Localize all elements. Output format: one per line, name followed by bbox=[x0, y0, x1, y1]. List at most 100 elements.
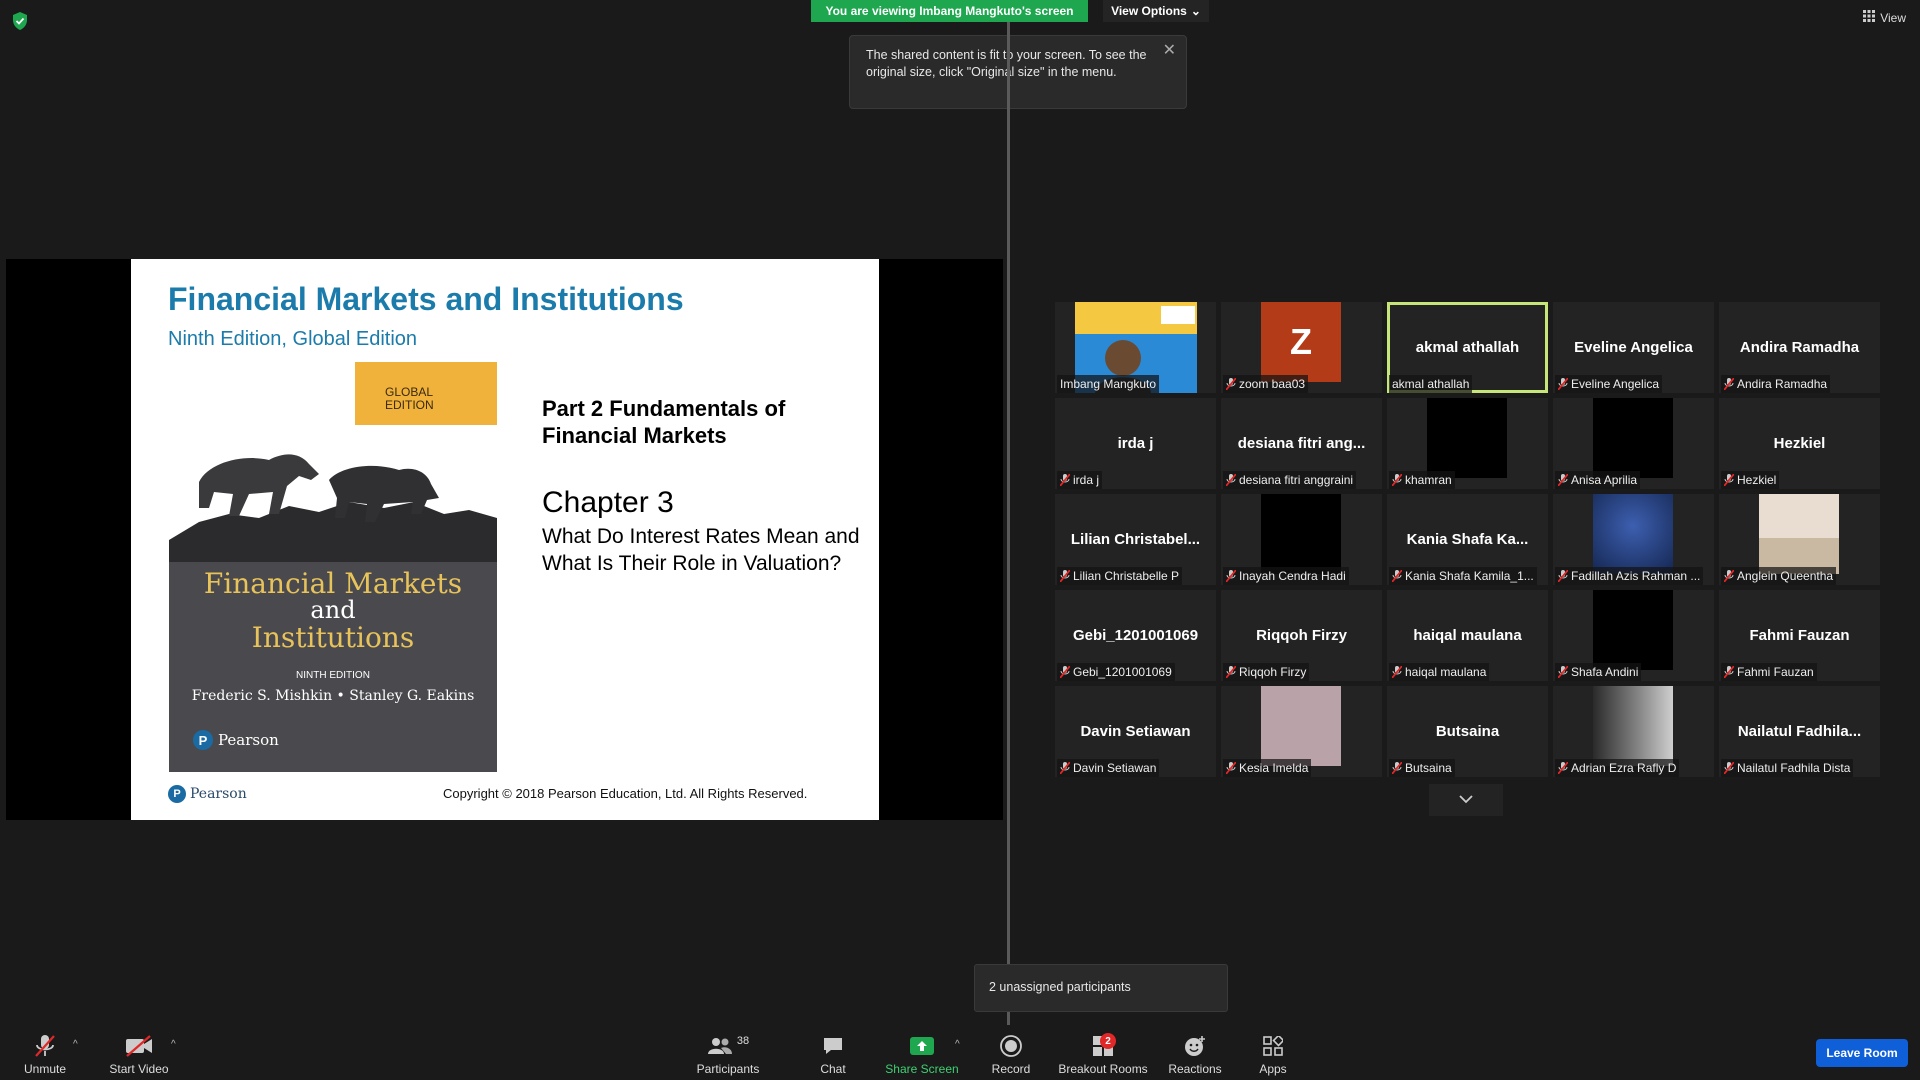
participant-tile[interactable]: Fahmi Fauzan Fahmi Fauzan bbox=[1719, 590, 1880, 681]
participant-tile[interactable]: haiqal maulana haiqal maulana bbox=[1387, 590, 1548, 681]
participant-label-text: Adrian Ezra Rafly D bbox=[1571, 761, 1677, 775]
participant-video bbox=[1261, 686, 1341, 766]
participant-label-text: Andira Ramadha bbox=[1737, 377, 1828, 391]
muted-mic-icon bbox=[1060, 570, 1070, 582]
participant-label-text: Gebi_1201001069 bbox=[1073, 665, 1172, 679]
meeting-toolbar: Unmute ^ Start Video ^ 38 Participants C… bbox=[0, 1025, 1920, 1080]
participant-tile[interactable]: Anglein Queentha bbox=[1719, 494, 1880, 585]
participant-label: Anglein Queentha bbox=[1721, 567, 1837, 585]
muted-mic-icon bbox=[1392, 570, 1402, 582]
pearson-logo-icon: P bbox=[168, 785, 186, 803]
share-options-caret-icon[interactable]: ^ bbox=[955, 1039, 960, 1050]
participant-tile[interactable]: khamran bbox=[1387, 398, 1548, 489]
participant-tile[interactable]: Riqqoh Firzy Riqqoh Firzy bbox=[1221, 590, 1382, 681]
share-screen-icon bbox=[910, 1033, 934, 1059]
participant-tile[interactable]: Kania Shafa Ka... Kania Shafa Kamila_1... bbox=[1387, 494, 1548, 585]
participant-video bbox=[1593, 398, 1673, 478]
participants-button[interactable]: 38 Participants bbox=[690, 1025, 766, 1080]
participant-tile[interactable]: Lilian Christabel... Lilian Christabelle … bbox=[1055, 494, 1216, 585]
share-screen-button[interactable]: Share Screen bbox=[882, 1025, 962, 1080]
participant-tile[interactable]: Adrian Ezra Rafly D bbox=[1553, 686, 1714, 777]
participant-tile[interactable]: Kesia Imelda bbox=[1221, 686, 1382, 777]
next-page-button[interactable] bbox=[1429, 784, 1503, 816]
muted-mic-icon bbox=[1558, 378, 1568, 390]
participant-tile[interactable]: Shafa Andini bbox=[1553, 590, 1714, 681]
security-shield-icon[interactable] bbox=[12, 12, 28, 30]
chevron-down-icon bbox=[1458, 791, 1474, 809]
view-layout-button[interactable]: View bbox=[1863, 10, 1906, 25]
share-screen-label: Share Screen bbox=[885, 1062, 959, 1076]
unassigned-participants-popup: 2 unassigned participants bbox=[974, 964, 1228, 1012]
participant-label: Davin Setiawan bbox=[1057, 759, 1160, 777]
participant-label: Butsaina bbox=[1389, 759, 1455, 777]
cover-authors: Frederic S. Mishkin • Stanley G. Eakins bbox=[191, 688, 475, 704]
participant-label: desiana fitri anggraini bbox=[1223, 471, 1357, 489]
viewing-screen-text: You are viewing Imbang Mangkuto's screen bbox=[825, 4, 1074, 18]
participant-label-text: Riqqoh Firzy bbox=[1239, 665, 1307, 679]
participant-tile[interactable]: Butsaina Butsaina bbox=[1387, 686, 1548, 777]
record-button[interactable]: Record bbox=[984, 1025, 1038, 1080]
record-label: Record bbox=[991, 1062, 1031, 1076]
participant-label: Gebi_1201001069 bbox=[1057, 663, 1175, 681]
participant-label-text: khamran bbox=[1405, 473, 1452, 487]
participant-tile[interactable]: akmal athallah akmal athallah bbox=[1387, 302, 1548, 393]
participant-tile[interactable]: Imbang Mangkuto bbox=[1055, 302, 1216, 393]
unmute-button[interactable]: Unmute bbox=[14, 1025, 76, 1080]
participant-tile[interactable]: Fadillah Azis Rahman ... bbox=[1553, 494, 1714, 585]
leave-room-label: Leave Room bbox=[1826, 1046, 1898, 1060]
participant-tile[interactable]: Zzoom baa03 bbox=[1221, 302, 1382, 393]
muted-mic-icon bbox=[1724, 762, 1734, 774]
slide-copyright: Copyright © 2018 Pearson Education, Ltd.… bbox=[443, 786, 808, 801]
participant-tile[interactable]: Hezkiel Hezkiel bbox=[1719, 398, 1880, 489]
reactions-button[interactable]: Reactions bbox=[1163, 1025, 1227, 1080]
participant-tile[interactable]: desiana fitri ang... desiana fitri anggra… bbox=[1221, 398, 1382, 489]
participant-label: haiqal maulana bbox=[1389, 663, 1490, 681]
muted-mic-icon bbox=[1392, 474, 1402, 486]
breakout-rooms-button[interactable]: 2 Breakout Rooms bbox=[1054, 1025, 1152, 1080]
audio-options-caret-icon[interactable]: ^ bbox=[73, 1039, 78, 1050]
participant-label: Lilian Christabelle P bbox=[1057, 567, 1183, 585]
split-view-divider[interactable] bbox=[1007, 22, 1010, 1025]
participant-tile[interactable]: Inayah Cendra Hadi bbox=[1221, 494, 1382, 585]
cover-title-line2: and bbox=[310, 596, 356, 624]
view-options-label: View Options bbox=[1111, 4, 1187, 18]
participant-label: Inayah Cendra Hadi bbox=[1223, 567, 1349, 585]
participant-label-text: irda j bbox=[1073, 473, 1100, 487]
book-cover-image: GLOBAL EDITION Financial Markets and Ins… bbox=[169, 362, 497, 772]
participant-label: Nailatul Fadhila Dista bbox=[1721, 759, 1854, 777]
participant-label-text: Anisa Aprilia bbox=[1571, 473, 1638, 487]
fit-screen-tooltip: The shared content is fit to your screen… bbox=[849, 35, 1187, 109]
unassigned-participants-text: 2 unassigned participants bbox=[989, 980, 1131, 994]
grid-view-icon bbox=[1863, 10, 1876, 25]
start-video-button[interactable]: Start Video bbox=[104, 1025, 174, 1080]
participant-tile[interactable]: Nailatul Fadhila... Nailatul Fadhila Dist… bbox=[1719, 686, 1880, 777]
participant-video bbox=[1593, 686, 1673, 766]
participant-tile[interactable]: irda j irda j bbox=[1055, 398, 1216, 489]
apps-icon bbox=[1263, 1033, 1283, 1059]
viewing-screen-banner: You are viewing Imbang Mangkuto's screen bbox=[811, 0, 1088, 22]
view-options-button[interactable]: View Options ⌄ bbox=[1103, 0, 1209, 22]
participant-tile[interactable]: Gebi_1201001069 Gebi_1201001069 bbox=[1055, 590, 1216, 681]
participant-tile[interactable]: Andira Ramadha Andira Ramadha bbox=[1719, 302, 1880, 393]
chat-button[interactable]: Chat bbox=[806, 1025, 860, 1080]
participant-label-text: Kesia Imelda bbox=[1239, 761, 1309, 775]
participant-tile[interactable]: Eveline Angelica Eveline Angelica bbox=[1553, 302, 1714, 393]
reactions-smiley-icon bbox=[1183, 1033, 1207, 1059]
participant-label: irda j bbox=[1057, 471, 1103, 489]
leave-room-button[interactable]: Leave Room bbox=[1816, 1039, 1908, 1067]
apps-button[interactable]: Apps bbox=[1250, 1025, 1296, 1080]
start-video-label: Start Video bbox=[109, 1062, 169, 1076]
participant-label-text: Imbang Mangkuto bbox=[1060, 377, 1157, 391]
participants-count: 38 bbox=[736, 1035, 750, 1047]
participant-label-text: Anglein Queentha bbox=[1737, 569, 1834, 583]
participant-label: Fadillah Azis Rahman ... bbox=[1555, 567, 1704, 585]
muted-mic-icon bbox=[1226, 762, 1236, 774]
participant-label-text: Kania Shafa Kamila_1... bbox=[1405, 569, 1534, 583]
video-options-caret-icon[interactable]: ^ bbox=[171, 1039, 176, 1050]
participant-label-text: Fahmi Fauzan bbox=[1737, 665, 1814, 679]
participant-tile[interactable]: Davin Setiawan Davin Setiawan bbox=[1055, 686, 1216, 777]
chevron-down-icon: ⌄ bbox=[1190, 4, 1201, 18]
participant-label-text: desiana fitri anggraini bbox=[1239, 473, 1354, 487]
close-icon[interactable]: ✕ bbox=[1163, 42, 1176, 59]
participant-tile[interactable]: Anisa Aprilia bbox=[1553, 398, 1714, 489]
